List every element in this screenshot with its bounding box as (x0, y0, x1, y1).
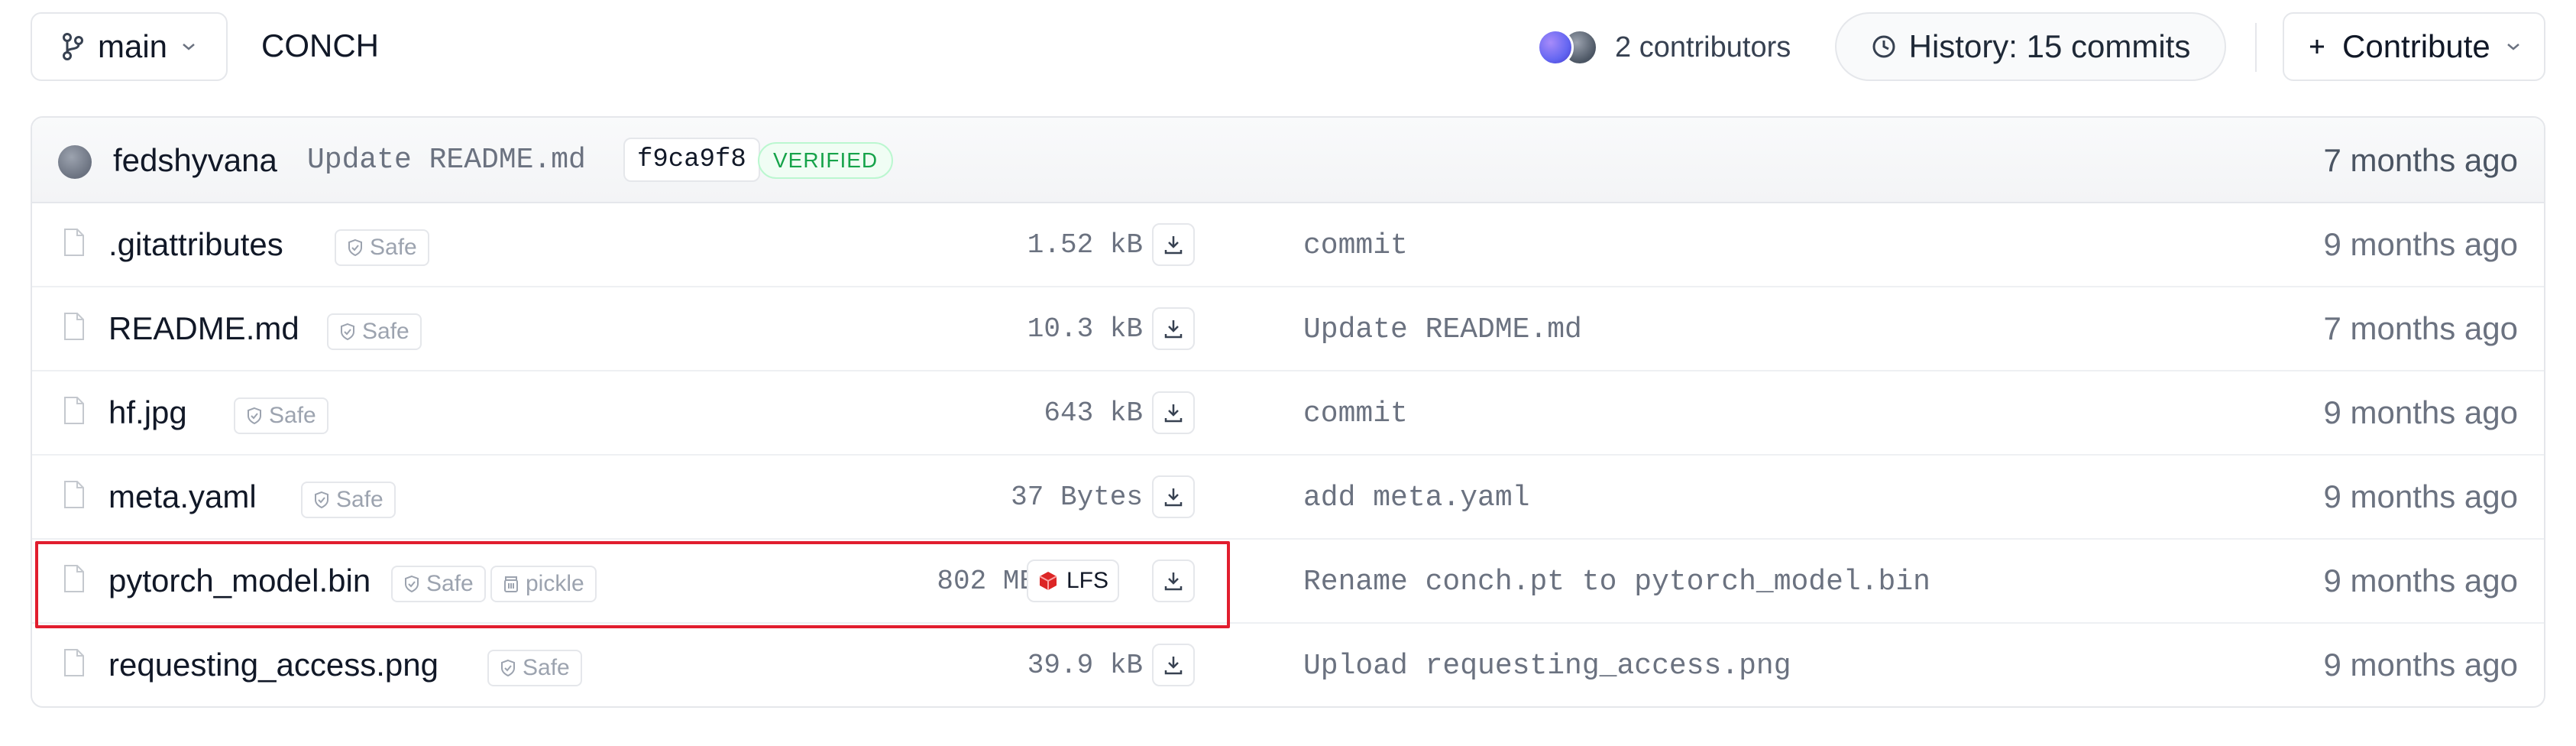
clock-icon (1872, 35, 1895, 58)
download-button[interactable] (1152, 223, 1195, 266)
safe-label: Safe (426, 571, 474, 596)
file-commit-message[interactable]: Rename conch.pt to pytorch_model.bin (1303, 566, 1930, 598)
table-row: hf.jpg Safe 643 kB commit 9 months ago (32, 371, 2544, 456)
branch-selector-button[interactable]: main (31, 12, 228, 81)
branch-name: main (98, 28, 168, 64)
file-date: 9 months ago (2323, 563, 2518, 598)
shield-check-icon (315, 491, 328, 509)
file-size: 802 MB (937, 566, 1036, 597)
table-row: README.md Safe 10.3 kB Update README.md … (32, 287, 2544, 371)
pickle-label: pickle (526, 571, 584, 596)
download-button[interactable] (1152, 307, 1195, 350)
plus-icon (2310, 40, 2324, 54)
shield-check-icon (341, 323, 354, 341)
download-icon (1164, 657, 1183, 675)
lfs-badge[interactable]: LFS (1027, 560, 1120, 602)
repo-path: CONCH (261, 28, 379, 63)
file-icon (64, 565, 84, 592)
table-row: pytorch_model.bin Safe pickle 802 MB LFS… (32, 540, 2544, 624)
contributor-avatars (1537, 26, 1601, 69)
safe-badge[interactable]: Safe (391, 566, 486, 602)
pickle-jar-icon (504, 576, 518, 592)
git-branch-icon (63, 33, 83, 60)
file-icon (64, 649, 84, 676)
divider (2255, 23, 2257, 72)
safe-badge[interactable]: Safe (487, 650, 582, 686)
chevron-down-icon (2506, 44, 2519, 50)
safe-label: Safe (370, 235, 417, 260)
table-row: .gitattributes Safe 1.52 kB commit 9 mon… (32, 203, 2544, 287)
download-icon (1164, 320, 1183, 339)
file-name[interactable]: pytorch_model.bin (108, 563, 371, 599)
commit-date: 7 months ago (2323, 142, 2518, 178)
file-icon (64, 313, 84, 340)
contributors-count: 2 contributors (1615, 31, 1791, 63)
file-date: 7 months ago (2323, 310, 2518, 346)
file-date: 9 months ago (2323, 394, 2518, 430)
commit-author[interactable]: fedshyvana (113, 142, 277, 179)
history-label: History: 15 commits (1908, 28, 2191, 64)
history-button[interactable]: History: 15 commits (1835, 12, 2226, 81)
contributors-link[interactable]: 2 contributors (1537, 24, 1791, 70)
download-icon (1164, 572, 1183, 591)
lfs-label: LFS (1066, 568, 1109, 593)
file-name[interactable]: meta.yaml (108, 478, 257, 515)
table-row: requesting_access.png Safe 39.9 kB Uploa… (32, 624, 2544, 706)
file-commit-message[interactable]: commit (1303, 397, 1408, 430)
file-icon (64, 397, 84, 424)
download-button[interactable] (1152, 475, 1195, 518)
file-commit-message[interactable]: Update README.md (1303, 313, 1582, 346)
download-button[interactable] (1152, 391, 1195, 434)
download-icon (1164, 404, 1183, 423)
pickle-badge[interactable]: pickle (490, 566, 597, 602)
lfs-box-icon (1039, 572, 1057, 590)
avatar (1537, 29, 1574, 66)
file-icon (64, 229, 84, 256)
download-icon (1164, 236, 1183, 255)
file-icon (64, 481, 84, 508)
safe-badge[interactable]: Safe (335, 229, 429, 266)
chevron-down-icon (183, 44, 195, 50)
file-size: 39.9 kB (1027, 650, 1143, 681)
commit-message[interactable]: Update README.md (307, 144, 586, 177)
file-size: 37 Bytes (1011, 482, 1143, 513)
file-name[interactable]: .gitattributes (108, 226, 283, 263)
shield-check-icon (348, 238, 362, 257)
contribute-button[interactable]: Contribute (2283, 12, 2545, 81)
file-date: 9 months ago (2323, 647, 2518, 683)
file-table: fedshyvana Update README.md f9ca9f8 VERI… (31, 116, 2545, 708)
file-size: 1.52 kB (1027, 229, 1143, 261)
shield-check-icon (501, 659, 515, 677)
safe-badge[interactable]: Safe (327, 313, 422, 350)
shield-check-icon (405, 575, 419, 593)
table-row: meta.yaml Safe 37 Bytes add meta.yaml 9 … (32, 456, 2544, 540)
file-commit-message[interactable]: Upload requesting_access.png (1303, 650, 1791, 683)
download-icon (1164, 488, 1183, 507)
repo-header: main CONCH 2 contributors History: 15 co… (0, 0, 2576, 95)
contribute-label: Contribute (2342, 28, 2490, 64)
file-commit-message[interactable]: add meta.yaml (1303, 482, 1529, 514)
safe-badge[interactable]: Safe (301, 482, 396, 518)
download-button[interactable] (1152, 560, 1195, 602)
safe-label: Safe (523, 655, 570, 680)
file-commit-message[interactable]: commit (1303, 229, 1408, 262)
safe-badge[interactable]: Safe (234, 397, 328, 434)
file-size: 10.3 kB (1027, 313, 1143, 345)
shield-check-icon (248, 407, 261, 425)
last-commit-row: fedshyvana Update README.md f9ca9f8 VERI… (32, 118, 2544, 203)
verified-badge: VERIFIED (758, 142, 894, 179)
file-name[interactable]: hf.jpg (108, 394, 187, 431)
file-name[interactable]: README.md (108, 310, 299, 347)
file-date: 9 months ago (2323, 478, 2518, 514)
file-date: 9 months ago (2323, 226, 2518, 262)
safe-label: Safe (336, 487, 383, 512)
safe-label: Safe (269, 403, 316, 428)
download-button[interactable] (1152, 644, 1195, 686)
file-name[interactable]: requesting_access.png (108, 647, 439, 683)
commit-sha[interactable]: f9ca9f8 (623, 138, 760, 182)
avatar (58, 145, 92, 179)
safe-label: Safe (362, 319, 409, 344)
file-size: 643 kB (1044, 397, 1143, 429)
